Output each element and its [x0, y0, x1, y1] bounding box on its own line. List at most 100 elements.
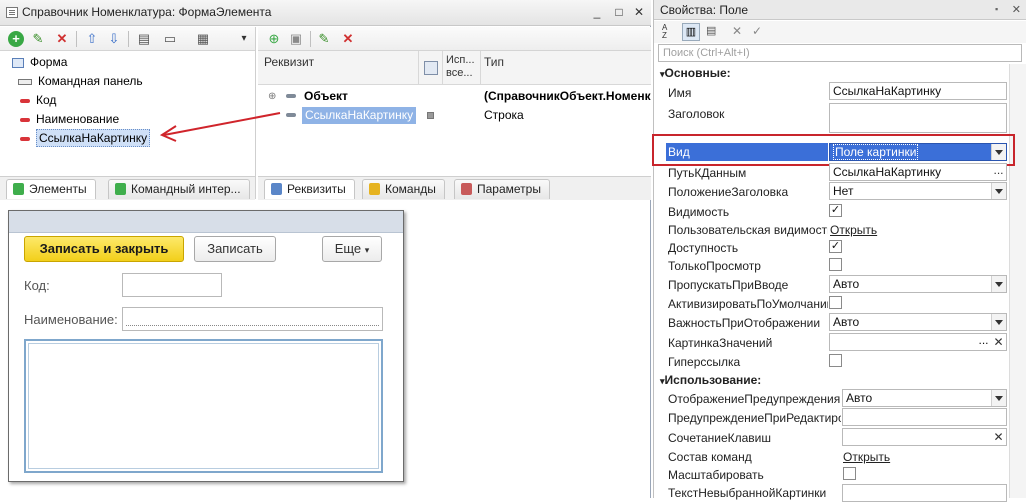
list-mode-icon[interactable]: ▦: [195, 31, 211, 47]
clear-icon[interactable]: ✕: [991, 334, 1006, 350]
column-requisite[interactable]: Реквизит: [264, 55, 314, 69]
categories-icon[interactable]: ▥: [682, 23, 700, 41]
copy-icon[interactable]: ▣: [288, 31, 304, 47]
chevron-down-icon[interactable]: [991, 276, 1006, 292]
prop-uservis-link[interactable]: Открыть: [830, 223, 877, 237]
attributes-tabs: Реквизиты Команды Параметры: [258, 176, 651, 200]
prop-label-valpic: КартинкаЗначений: [668, 336, 773, 350]
prop-hotkey-field[interactable]: ✕: [842, 428, 1007, 446]
chevron-down-icon: ▾: [364, 245, 370, 255]
prop-label-skip: ПропускатьПриВводе: [668, 278, 789, 292]
filter-icon[interactable]: ▤: [706, 24, 722, 40]
elements-tabs: Элементы Командный интер...: [0, 176, 255, 200]
parameters-tab-icon: [461, 183, 472, 195]
prop-header-field[interactable]: [829, 103, 1007, 133]
more-label: Еще: [334, 241, 362, 256]
section-usage[interactable]: ▾Использование:: [660, 373, 761, 387]
object-icon: [286, 94, 296, 98]
prop-view-select[interactable]: Поле картинки: [829, 143, 1007, 161]
prop-commands-link[interactable]: Открыть: [843, 450, 890, 464]
tab-requisites[interactable]: Реквизиты: [264, 179, 355, 199]
name-field[interactable]: [122, 307, 383, 331]
prop-importance-select[interactable]: Авто: [829, 313, 1007, 331]
delete-attribute-icon[interactable]: ✕: [340, 31, 356, 47]
prop-skip-value: Авто: [833, 277, 860, 291]
tree-item-form[interactable]: Форма: [12, 53, 252, 72]
close-button[interactable]: ✕: [632, 5, 646, 19]
name-label: Наименование:: [24, 312, 118, 327]
prop-unselected-field[interactable]: [842, 484, 1007, 502]
properties-icon[interactable]: ▤: [136, 31, 152, 47]
chevron-down-icon[interactable]: [991, 183, 1006, 199]
section-basic[interactable]: ▾Основные:: [660, 66, 731, 80]
tab-commands[interactable]: Команды: [362, 179, 445, 199]
attr-name-selected: СсылкаНаКартинку: [302, 107, 417, 124]
prop-titlepos-select[interactable]: Нет: [829, 182, 1007, 200]
edit-icon[interactable]: ✎: [30, 31, 46, 47]
prop-name-field[interactable]: СсылкаНаКартинку: [829, 82, 1007, 100]
prop-scale-checkbox[interactable]: [843, 467, 856, 480]
clear-icon[interactable]: ✕: [991, 429, 1006, 445]
chevron-down-icon[interactable]: [991, 390, 1006, 406]
chevron-down-icon[interactable]: [991, 314, 1006, 330]
tab-label: Командный интер...: [131, 182, 241, 196]
form-icon: [12, 57, 24, 68]
properties-scrollbar[interactable]: [1009, 64, 1026, 498]
prop-label-warnedit: ПредупреждениеПриРедактирова: [668, 411, 841, 425]
column-type[interactable]: Тип: [484, 55, 504, 69]
delete-icon[interactable]: ✕: [54, 31, 70, 47]
maximize-button[interactable]: □: [612, 5, 626, 19]
tab-parameters[interactable]: Параметры: [454, 179, 550, 199]
chevron-down-icon[interactable]: [991, 144, 1006, 160]
prop-datapath-field[interactable]: СсылкаНаКартинку...: [829, 163, 1007, 181]
form-editor-window: Справочник Номенклатура: ФормаЭлемента _…: [0, 0, 651, 498]
ellipsis-icon[interactable]: ...: [976, 334, 991, 350]
prop-warnshow-select[interactable]: Авто: [842, 389, 1007, 407]
prop-readonly-checkbox[interactable]: [829, 258, 842, 271]
pin-icon[interactable]: ▪: [995, 4, 1005, 14]
apply-icon[interactable]: ✓: [752, 24, 762, 38]
minimize-button[interactable]: _: [590, 5, 604, 19]
save-button[interactable]: Записать: [194, 236, 276, 262]
reset-icon[interactable]: ✕: [732, 24, 742, 38]
tab-command-interface[interactable]: Командный интер...: [108, 179, 250, 199]
more-button[interactable]: Еще ▾: [322, 236, 382, 262]
search-input[interactable]: Поиск (Ctrl+Alt+I): [658, 44, 1022, 62]
add-attribute-icon[interactable]: ⊕: [266, 31, 282, 47]
tab-label: Реквизиты: [287, 182, 346, 196]
column-use-all[interactable]: Исп... все...: [446, 54, 478, 80]
move-down-icon[interactable]: ⇩: [106, 31, 122, 47]
view-mode-icon[interactable]: ▭: [162, 31, 178, 47]
save-and-close-button[interactable]: Записать и закрыть: [24, 236, 184, 262]
code-field[interactable]: [122, 273, 222, 297]
prop-skip-select[interactable]: Авто: [829, 275, 1007, 293]
prop-warnedit-field[interactable]: [842, 408, 1007, 426]
document-icon: [6, 7, 18, 18]
prop-visible-checkbox[interactable]: ✓: [829, 204, 842, 217]
tab-label: Команды: [385, 182, 436, 196]
more-icon[interactable]: ▾: [236, 31, 252, 47]
prop-importance-value: Авто: [833, 315, 860, 329]
add-icon[interactable]: +: [8, 31, 24, 47]
tab-elements[interactable]: Элементы: [6, 179, 96, 199]
prop-activate-checkbox[interactable]: [829, 296, 842, 309]
tree-item-command-panel[interactable]: Командная панель: [12, 72, 252, 91]
prop-hyperlink-checkbox[interactable]: [829, 354, 842, 367]
move-up-icon[interactable]: ⇧: [84, 31, 100, 47]
attr-type: Строка: [484, 108, 524, 122]
ellipsis-icon[interactable]: ...: [991, 164, 1006, 180]
edit-attribute-icon[interactable]: ✎: [316, 31, 332, 47]
sort-alpha-icon[interactable]: AZ: [662, 24, 676, 40]
section-label: Основные:: [664, 66, 731, 80]
elements-toolbar: + ✎ ✕ ⇧ ⇩ ▤ ▭ ▦ ▾: [0, 27, 255, 51]
prop-label-titlepos: ПоложениеЗаголовка: [668, 185, 789, 199]
prop-valpic-field[interactable]: ... ✕: [829, 333, 1007, 351]
close-icon[interactable]: ✕: [1012, 3, 1021, 16]
table-row[interactable]: СсылкаНаКартинку Строка: [258, 106, 651, 125]
properties-toolbar: AZ ▥ ▤ ✕ ✓: [654, 21, 1026, 43]
prop-enabled-checkbox[interactable]: ✓: [829, 240, 842, 253]
prop-label-commands: Состав команд: [668, 450, 752, 464]
expand-icon[interactable]: ⊕: [268, 87, 276, 106]
table-row[interactable]: ⊕ Объект (СправочникОбъект.Номенк: [258, 87, 651, 106]
picture-field[interactable]: [24, 339, 383, 473]
